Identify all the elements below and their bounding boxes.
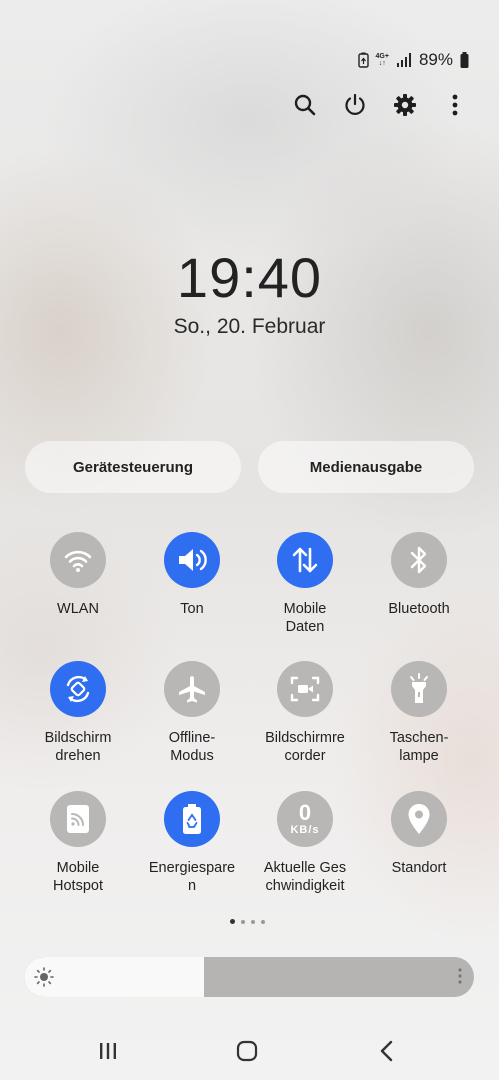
brightness-slider[interactable] (24, 957, 474, 997)
navigation-bar (0, 1036, 499, 1066)
tile-mobile-data[interactable]: Mobile Daten (250, 532, 360, 636)
clock-time[interactable]: 19:40 (0, 245, 499, 310)
status-bar: 4G+ ↓↑ 89% (357, 50, 469, 70)
device-control-button[interactable]: Gerätesteuerung (25, 441, 241, 493)
tile-label-power-saving: Energiespare n (148, 860, 236, 894)
clock-date[interactable]: So., 20. Februar (0, 315, 499, 339)
tile-power-saving[interactable]: Energiespare n (137, 791, 247, 895)
rotate-icon[interactable] (50, 661, 106, 717)
speed-icon[interactable]: 0 KB/s (277, 791, 333, 847)
signal-icon (396, 53, 412, 67)
tile-airplane[interactable]: Offline- Modus (137, 661, 247, 765)
page-dot-2 (241, 919, 245, 924)
more-vert-icon[interactable] (441, 90, 469, 120)
wifi-icon[interactable] (50, 532, 106, 588)
flashlight-icon[interactable] (391, 661, 447, 717)
panel-actions (291, 90, 469, 120)
home-icon[interactable] (232, 1036, 262, 1066)
tile-flashlight[interactable]: Taschen- lampe (364, 661, 474, 765)
search-icon[interactable] (291, 90, 319, 120)
tile-bluetooth[interactable]: Bluetooth (364, 532, 474, 618)
tile-label-hotspot: Mobile Hotspot (53, 860, 103, 894)
data-arrows-icon[interactable] (277, 532, 333, 588)
power-saving-icon (357, 52, 369, 68)
gear-icon[interactable] (391, 90, 419, 120)
battery-percent: 89% (418, 50, 453, 69)
power-icon[interactable] (341, 90, 369, 120)
tile-hotspot[interactable]: Mobile Hotspot (23, 791, 133, 895)
network-4g-icon: 4G+ ↓↑ (375, 53, 389, 67)
tile-label-flashlight: Taschen- lampe (389, 730, 449, 764)
tile-label-wlan: WLAN (57, 601, 99, 617)
brightness-more-icon[interactable] (458, 967, 462, 990)
page-indicator (230, 919, 265, 924)
network-type: 4G+ (375, 53, 389, 60)
airplane-icon[interactable] (164, 661, 220, 717)
speed-value: 0 (298, 800, 312, 825)
tile-label-sound: Ton (180, 601, 204, 617)
speed-unit: KB/s (290, 824, 320, 836)
speaker-icon[interactable] (164, 532, 220, 588)
tile-sound[interactable]: Ton (137, 532, 247, 618)
tile-label-net-speed: Aktuelle Ges chwindigkeit (263, 860, 347, 894)
tile-wlan[interactable]: WLAN (23, 532, 133, 618)
tile-location[interactable]: Standort (364, 791, 474, 877)
screen-recorder-icon[interactable] (277, 661, 333, 717)
back-icon[interactable] (372, 1036, 402, 1066)
location-pin-icon[interactable] (391, 791, 447, 847)
tile-label-location: Standort (391, 860, 447, 876)
tile-label-rotate: Bildschirm drehen (44, 730, 112, 764)
battery-recycle-icon[interactable] (164, 791, 220, 847)
tile-label-airplane: Offline- Modus (168, 730, 216, 764)
bluetooth-icon[interactable] (391, 532, 447, 588)
tile-label-screen-recorder: Bildschirmre corder (265, 730, 345, 764)
tile-label-bluetooth: Bluetooth (388, 601, 450, 617)
sun-icon (34, 967, 54, 992)
page-dot-1 (230, 919, 235, 924)
battery-icon (460, 52, 469, 68)
page-dot-4 (261, 919, 265, 924)
tile-net-speed[interactable]: 0 KB/s Aktuelle Ges chwindigkeit (250, 791, 360, 895)
page-dot-3 (251, 919, 255, 924)
tile-label-mobile-data: Mobile Daten (283, 601, 327, 635)
tile-screen-recorder[interactable]: Bildschirmre corder (250, 661, 360, 765)
recent-apps-icon[interactable] (93, 1036, 123, 1066)
media-output-button[interactable]: Medienausgabe (258, 441, 474, 493)
hotspot-icon[interactable] (50, 791, 106, 847)
tile-rotate[interactable]: Bildschirm drehen (23, 661, 133, 765)
